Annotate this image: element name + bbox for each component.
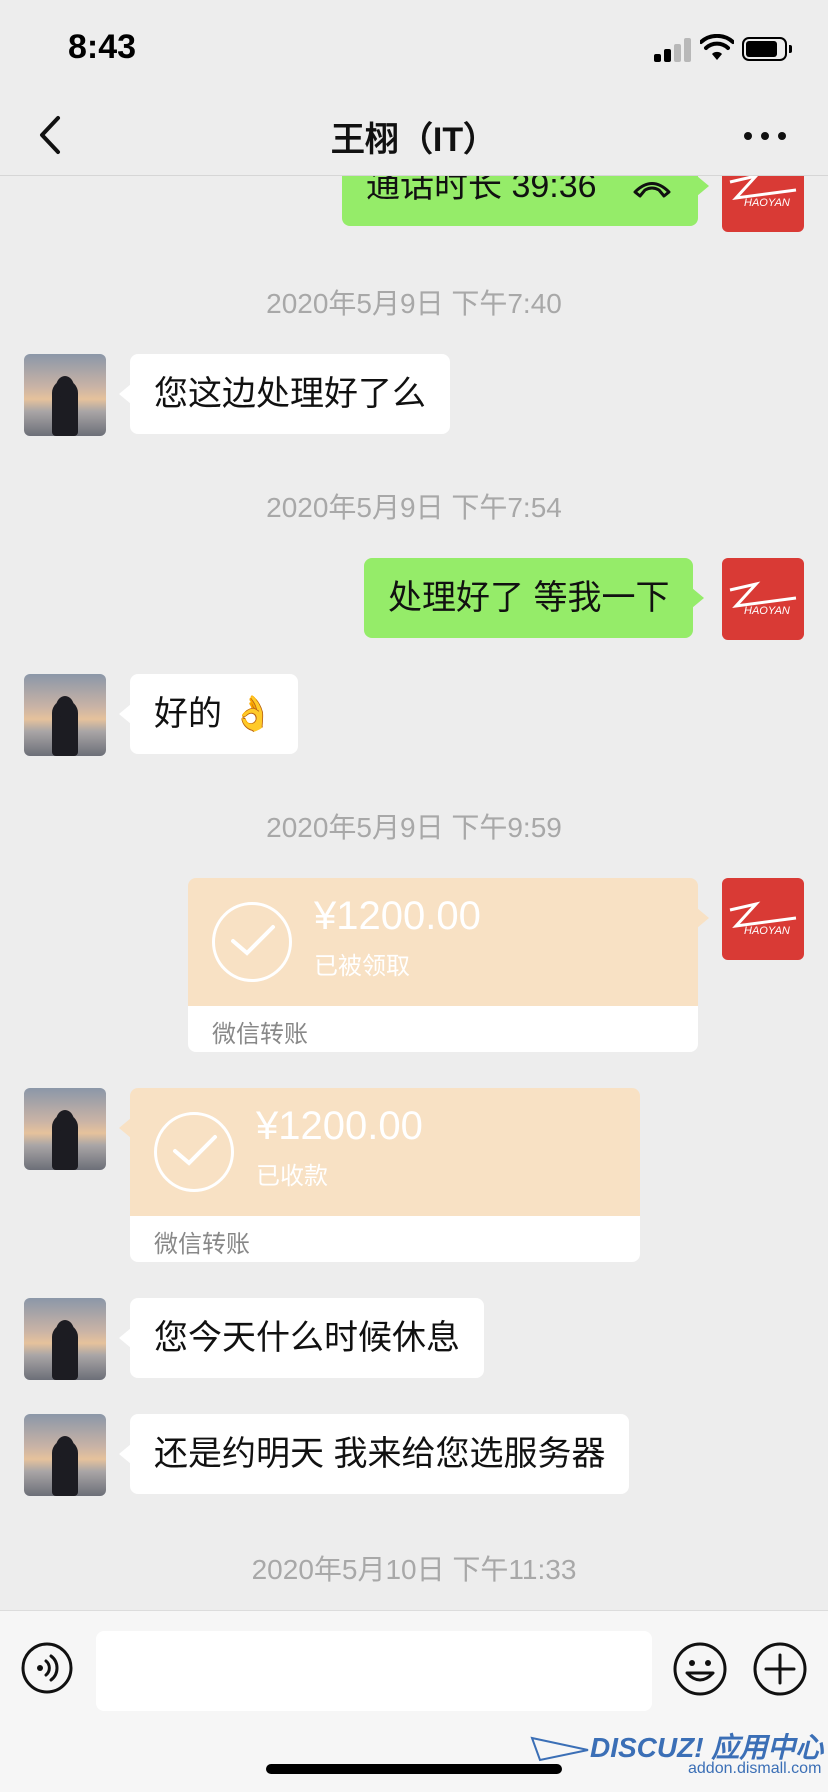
voice-input-icon[interactable] xyxy=(20,1641,74,1695)
message-input[interactable] xyxy=(96,1631,652,1711)
transfer-amount: ¥1200.00 xyxy=(256,1104,423,1148)
timestamp: 2020年5月10日 下午11:33 xyxy=(251,1554,577,1585)
message-bubble[interactable]: 处理好了 等我一下 xyxy=(364,558,705,638)
haoyan-logo-icon: HAOYAN xyxy=(729,901,797,937)
call-duration-text: 通话时长 39:36 xyxy=(366,176,597,205)
svg-text:HAOYAN: HAOYAN xyxy=(744,605,790,617)
check-circle-icon xyxy=(154,1112,234,1192)
my-avatar[interactable]: HAOYAN xyxy=(722,878,804,960)
contact-avatar[interactable] xyxy=(24,1088,106,1170)
chat-title: 王栩（IT） xyxy=(330,121,498,159)
contact-avatar[interactable] xyxy=(24,1298,106,1380)
message-bubble[interactable]: 您今天什么时候休息 xyxy=(119,1298,484,1378)
more-options-icon[interactable] xyxy=(740,116,790,156)
check-circle-icon xyxy=(212,902,292,982)
my-avatar[interactable]: HAOYAN xyxy=(722,558,804,640)
add-more-icon[interactable] xyxy=(752,1641,808,1697)
cellular-signal-icon xyxy=(654,38,694,62)
haoyan-logo-icon: HAOYAN xyxy=(729,581,797,617)
transfer-card-sent[interactable]: ¥1200.00 已被领取 微信转账 xyxy=(188,878,709,1052)
timestamp: 2020年5月9日 下午7:54 xyxy=(266,492,562,523)
timestamp: 2020年5月9日 下午7:40 xyxy=(266,288,562,319)
chat-header: 王栩（IT） xyxy=(0,96,828,176)
call-record-bubble[interactable]: 通话时长 39:36 xyxy=(342,176,709,226)
message-bubble[interactable]: 还是约明天 我来给您选服务器 xyxy=(118,1414,630,1494)
haoyan-logo-icon: HAOYAN xyxy=(729,176,797,209)
emoji-icon[interactable] xyxy=(672,1641,728,1697)
transfer-status: 已收款 xyxy=(256,1163,328,1190)
status-bar: 8:43 xyxy=(0,0,828,96)
transfer-status: 已被领取 xyxy=(314,953,410,980)
contact-avatar[interactable] xyxy=(24,674,106,756)
contact-avatar[interactable] xyxy=(24,354,106,436)
svg-text:HAOYAN: HAOYAN xyxy=(744,197,790,209)
timestamp: 2020年5月9日 下午9:59 xyxy=(266,812,562,843)
transfer-card-received[interactable]: ¥1200.00 已收款 微信转账 xyxy=(119,1088,640,1262)
watermark: DISCUZ! 应用中心 addon.dismall.com xyxy=(530,1726,823,1786)
home-indicator[interactable] xyxy=(266,1764,562,1774)
battery-icon xyxy=(742,37,792,61)
svg-text:HAOYAN: HAOYAN xyxy=(744,925,790,937)
transfer-amount: ¥1200.00 xyxy=(314,894,481,938)
message-bubble[interactable]: 好的 👌 xyxy=(119,674,298,754)
contact-avatar[interactable] xyxy=(24,1414,106,1496)
message-bubble[interactable]: 您这边处理好了么 xyxy=(119,354,450,434)
transfer-label: 微信转账 xyxy=(154,1231,250,1258)
transfer-label: 微信转账 xyxy=(212,1021,308,1048)
phone-hangup-icon xyxy=(633,182,671,198)
my-avatar[interactable]: HAOYAN xyxy=(722,176,804,232)
status-time: 8:43 xyxy=(68,28,137,66)
message-list[interactable]: 通话时长 39:36 HAOYAN 2020年5月9日 下午7:40 您这边处理… xyxy=(0,176,828,1610)
watermark-sub: addon.dismall.com xyxy=(688,1760,822,1777)
wifi-icon xyxy=(700,34,734,60)
